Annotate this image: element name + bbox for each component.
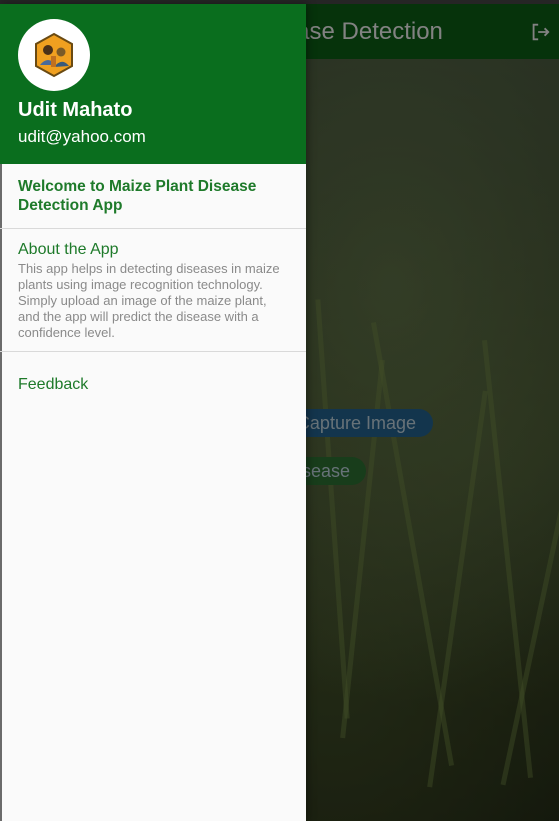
user-email: udit@yahoo.com (18, 127, 146, 146)
feedback-label: Feedback (18, 376, 89, 393)
navigation-drawer: Udit Mahato udit@yahoo.com Welcome to Ma… (0, 4, 306, 821)
user-name: Udit Mahato (18, 99, 133, 121)
divider (0, 351, 306, 352)
drawer-header: Udit Mahato udit@yahoo.com (0, 4, 306, 164)
drawer-item-feedback[interactable]: Feedback (0, 359, 306, 409)
about-title: About the App (18, 241, 119, 258)
farmer-avatar-icon (18, 19, 90, 91)
app-root: Maize Plant Disease Detection Capture Im… (0, 0, 559, 821)
welcome-label: Welcome to Maize Plant Disease Detection… (18, 178, 257, 214)
drawer-item-welcome[interactable]: Welcome to Maize Plant Disease Detection… (0, 164, 306, 228)
about-description: This app helps in detecting diseases in … (18, 261, 280, 340)
drawer-item-about[interactable]: About the App This app helps in detectin… (0, 229, 306, 351)
